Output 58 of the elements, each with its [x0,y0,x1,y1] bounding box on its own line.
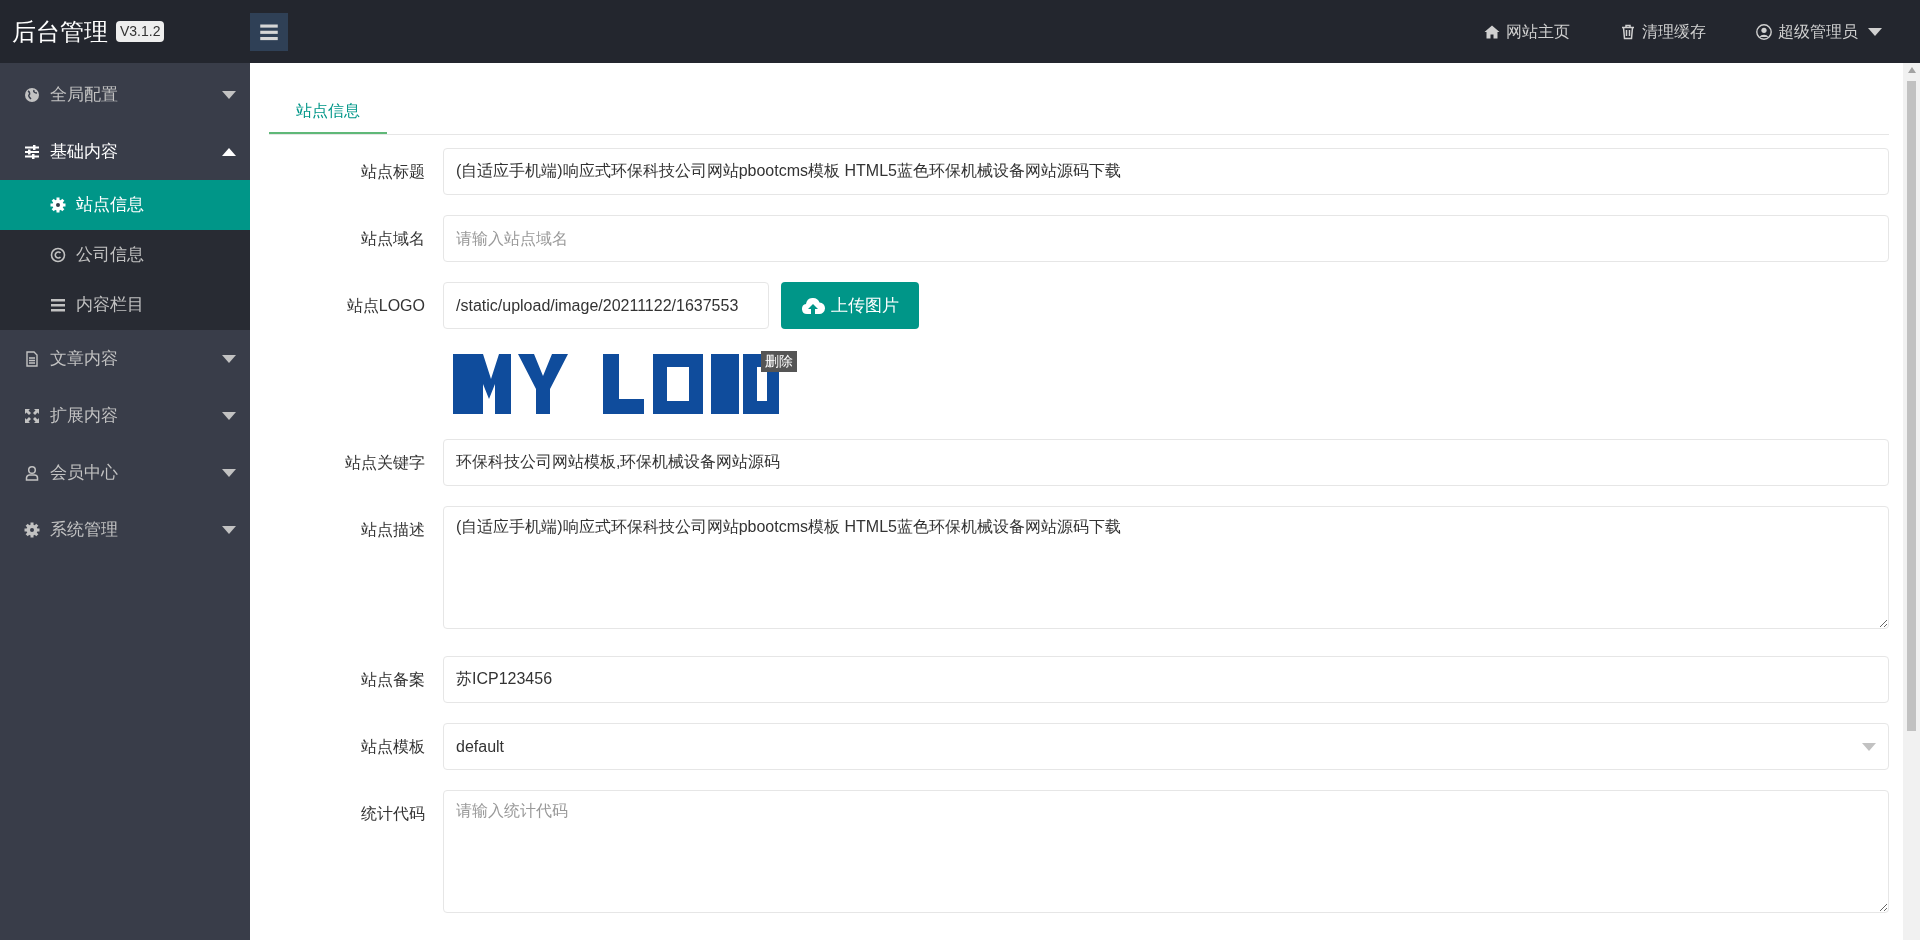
brand-title: 后台管理 [12,16,108,47]
document-icon [24,350,40,367]
input-field[interactable]: /static/upload/image/20211122/1637553 [443,282,769,329]
field-label: 站点描述 [360,520,426,540]
user-icon [1756,23,1772,40]
trash-icon [1620,23,1636,40]
scroll-up-icon [1907,67,1916,73]
sidebar-subitem[interactable]: 站点信息 [0,180,250,230]
sidebar-item[interactable]: 扩展内容 [0,387,250,444]
input-field[interactable]: (自适应手机端)响应式环保科技公司网站pbootcms模板 HTML5蓝色环保机械设备网站源码下载 [443,148,1889,195]
field-label: 站点备案 [360,670,426,690]
caret-icon [222,147,236,156]
delete-button[interactable]: 删除 [761,351,797,372]
sliders-icon [24,143,40,160]
sidebar-item[interactable]: 系统管理 [0,501,250,558]
input-field[interactable]: 苏ICP123456 [443,656,1889,703]
caret-icon [1868,27,1882,36]
sidebar-item[interactable]: 文章内容 [0,330,250,387]
tab[interactable]: 站点信息 [269,89,387,134]
caret-icon [1862,742,1876,751]
text-area[interactable]: 请输入统计代码 [443,790,1889,913]
expand-icon [24,407,40,424]
dropdown-caret[interactable] [1868,27,1882,36]
field-label: 站点关键字 [344,453,426,473]
header-link[interactable]: 网站主页 [1484,19,1570,44]
sidebar-subitem[interactable]: 公司信息 [0,230,250,280]
text-area[interactable]: (自适应手机端)响应式环保科技公司网站pbootcms模板 HTML5蓝色环保机械设备网站源码下载 [443,506,1889,629]
field-label: 站点标题 [360,162,426,182]
input-field[interactable]: 环保科技公司网站模板,环保机械设备网站源码 [443,439,1889,486]
caret-icon [222,90,236,99]
user-icon [24,464,40,481]
sidebar-subitem[interactable]: 内容栏目 [0,280,250,330]
caret-icon [222,411,236,420]
gear-icon [50,197,66,213]
home-icon [1484,23,1500,40]
header-link[interactable]: 清理缓存 [1620,19,1706,44]
list-icon [50,297,66,313]
sidebar-item[interactable]: 全局配置 [0,66,250,123]
sidebar-item[interactable]: 基础内容 [0,123,250,180]
field-label: 站点LOGO [345,296,426,316]
upload-button[interactable]: 上传图片 [781,282,919,329]
field-label: 统计代码 [360,804,426,824]
caret-icon [222,354,236,363]
sidebar-item[interactable]: 会员中心 [0,444,250,501]
menu-button[interactable] [250,12,288,51]
scrollbar[interactable] [1903,63,1920,940]
field-label: 站点模板 [360,737,426,757]
cloud-upload-icon [801,295,825,316]
field-label: 站点域名 [360,229,426,249]
caret-icon [222,525,236,534]
copyright-icon [50,247,66,263]
header-link[interactable]: 超级管理员 [1756,19,1882,44]
select-field[interactable]: default [443,723,1889,770]
gear-icon [24,521,40,538]
version-tag: V3.1.2 [116,21,165,42]
globe-icon [24,86,40,103]
input-field[interactable]: 请输入站点域名 [443,215,1889,262]
caret-icon [222,468,236,477]
